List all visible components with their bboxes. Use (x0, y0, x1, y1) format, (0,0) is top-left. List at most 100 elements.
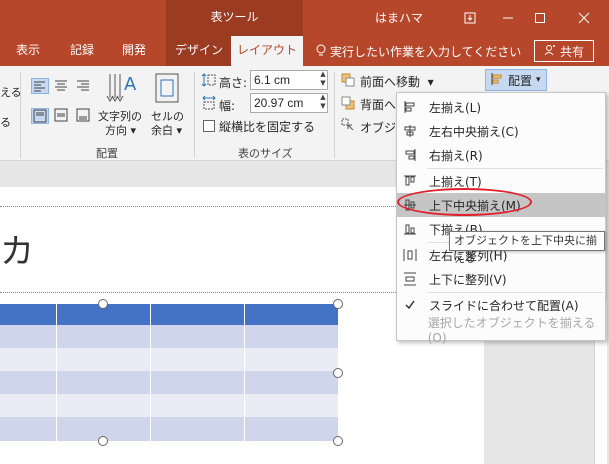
table-row[interactable] (0, 371, 338, 394)
table-size-group-label: 表のサイズ (238, 147, 293, 160)
maximize-icon[interactable] (529, 7, 551, 29)
width-spinner[interactable]: ▲ ▼ (318, 93, 328, 113)
cut-off-label-2: る (0, 116, 11, 129)
distribute-horizontal-icon (397, 248, 423, 262)
height-input[interactable]: 6.1 cm (250, 70, 328, 90)
check-icon (397, 299, 423, 311)
align-top-cell-icon[interactable] (31, 108, 49, 124)
menu-item-label: 左右中央揃え(C) (429, 124, 519, 139)
align-top-icon (397, 174, 423, 188)
cell-margins-icon[interactable] (153, 72, 181, 104)
tooltip: オブジェクトを上下中央に揃える (449, 231, 605, 265)
table-header-row[interactable] (0, 304, 338, 325)
table-row[interactable] (0, 394, 338, 417)
dropdown-arrow-icon: ▾ (536, 75, 541, 85)
menu-item-label: 選択したオブジェクトを揃える(O) (427, 315, 596, 345)
height-icon (201, 72, 217, 88)
tab-developer[interactable]: 開発 (112, 36, 156, 66)
dropdown-arrow-icon: ▾ (127, 124, 137, 137)
table-column-divider (56, 304, 57, 441)
cell-margins-label-2-text: 余白 (151, 124, 173, 137)
tab-table-design[interactable]: デザイン (168, 36, 230, 66)
ribbon-separator (194, 72, 195, 158)
menu-item-label: スライドに合わせて配置(A) (429, 298, 579, 313)
text-direction-label-2-text: 方向 (105, 124, 127, 137)
resize-handle-bottom-right[interactable] (333, 436, 343, 446)
tab-table-layout[interactable]: レイアウト (231, 36, 303, 66)
table-row[interactable] (0, 348, 338, 371)
selection-pane-icon[interactable] (341, 118, 355, 132)
align-right-icon (397, 148, 423, 162)
share-label: 共有 (559, 44, 584, 59)
align-objects-icon (490, 72, 504, 89)
svg-text:A: A (124, 74, 137, 95)
tab-view[interactable]: 表示 (6, 36, 50, 66)
bring-forward-label: 前面へ移動 (360, 75, 421, 89)
menu-item-label: 右揃え(R) (429, 148, 483, 163)
resize-handle-top[interactable] (98, 299, 108, 309)
text-direction-icon[interactable]: A (104, 70, 138, 106)
ribbon-tabs: 表示 記録 開発 デザイン レイアウト 実行したい作業を入力してください 共有 (0, 36, 609, 66)
width-input[interactable]: 20.97 cm (250, 93, 328, 113)
align-text-right-icon[interactable] (75, 78, 93, 94)
resize-handle-bottom[interactable] (98, 436, 108, 446)
title-bar: 表ツール はまハマ (0, 0, 609, 36)
lock-aspect-checkbox[interactable] (203, 120, 215, 132)
lightbulb-icon (316, 44, 326, 60)
dropdown-arrow-icon: ▾ (420, 75, 434, 89)
arrange-dropdown-menu: 左揃え(L) 左右中央揃え(C) 右揃え(R) 上揃え(T) 上下中央揃え(M)… (396, 92, 606, 345)
text-direction-label-2[interactable]: 方向 ▾ (105, 122, 136, 138)
cut-off-label-1: える (0, 86, 22, 99)
menu-item-align-left[interactable]: 左揃え(L) (397, 95, 605, 119)
menu-item-distribute-vertical[interactable]: 上下に整列(V) (397, 267, 605, 291)
menu-item-label: 上揃え(T) (429, 174, 482, 189)
alignment-group-label: 配置 (96, 147, 118, 160)
align-middle-cell-icon[interactable] (53, 108, 71, 124)
tab-record[interactable]: 記録 (60, 36, 104, 66)
dropdown-arrow-icon: ▾ (173, 124, 183, 137)
user-name[interactable]: はまハマ (375, 9, 423, 26)
align-bottom-cell-icon[interactable] (75, 108, 93, 124)
minimize-icon[interactable] (497, 7, 519, 29)
share-button[interactable]: 共有 (534, 40, 594, 62)
distribute-vertical-icon (397, 272, 423, 286)
tell-me-box[interactable]: 実行したい作業を入力してください (316, 43, 521, 60)
width-label: 幅: (219, 99, 236, 113)
person-icon (544, 44, 556, 59)
menu-item-label: 左揃え(L) (429, 100, 482, 115)
table-column-divider (244, 304, 245, 441)
resize-handle-right[interactable] (333, 368, 343, 378)
send-backward-icon[interactable] (341, 96, 355, 110)
align-text-center-icon[interactable] (53, 78, 71, 94)
table-row[interactable] (0, 325, 338, 348)
menu-item-align-selected: 選択したオブジェクトを揃える(O) (397, 316, 605, 345)
menu-item-align-center[interactable]: 左右中央揃え(C) (397, 119, 605, 143)
table-row[interactable] (0, 417, 338, 441)
align-left-icon (397, 100, 423, 114)
menu-item-align-right[interactable]: 右揃え(R) (397, 143, 605, 167)
tell-me-text: 実行したい作業を入力してください (330, 45, 522, 59)
arrange-button[interactable]: 配置 ▾ (485, 69, 547, 91)
align-text-left-icon[interactable] (31, 78, 49, 94)
ribbon-display-options-icon[interactable] (459, 7, 481, 29)
ribbon-separator (20, 72, 21, 158)
cell-margins-label-2[interactable]: 余白 ▾ (151, 122, 182, 138)
resize-handle-top-right[interactable] (333, 299, 343, 309)
table[interactable] (0, 304, 338, 441)
send-backward-label[interactable]: 背面へ (360, 96, 396, 113)
table-column-divider (150, 304, 151, 441)
highlight-oval (397, 188, 532, 216)
context-tab-header: 表ツール (166, 0, 303, 36)
bring-forward-icon[interactable] (341, 73, 355, 87)
bring-forward-button[interactable]: 前面へ移動 ▾ (360, 73, 434, 90)
width-icon (201, 95, 217, 111)
align-center-icon (397, 124, 423, 138)
menu-item-label: 上下に整列(V) (429, 272, 507, 287)
height-spinner[interactable]: ▲ ▼ (318, 70, 328, 90)
close-icon[interactable] (573, 7, 595, 29)
height-label: 高さ: (219, 76, 248, 90)
lock-aspect-label: 縦横比を固定する (219, 120, 316, 134)
align-bottom-icon (397, 222, 423, 236)
slide-title-text[interactable]: カ (0, 224, 34, 273)
ribbon-separator (334, 72, 335, 158)
